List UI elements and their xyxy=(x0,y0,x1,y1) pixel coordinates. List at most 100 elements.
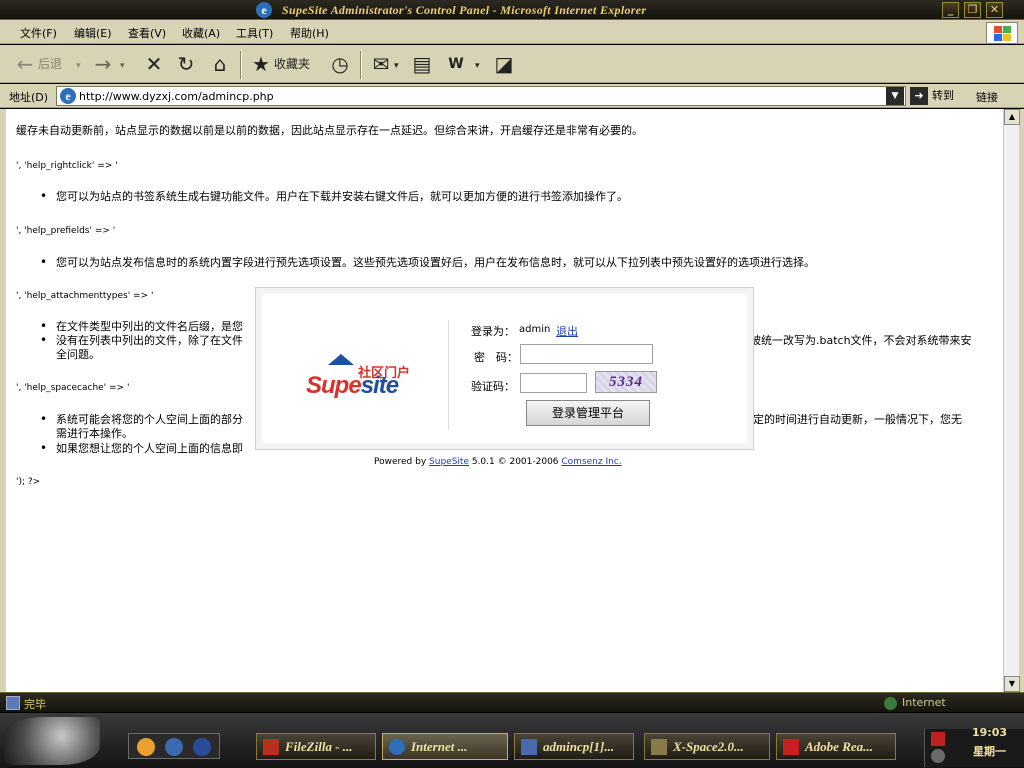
address-bar: 地址(D) e ▼ ➜转到 链接 xyxy=(0,84,1024,108)
help-key-rightclick: ', 'help_rightclick' => ' xyxy=(16,161,118,171)
forward-button[interactable]: → ▾ xyxy=(90,51,125,77)
standard-toolbar: ← 后退 ▾ → ▾ ✕ ↻ ⌂ ★ 收藏夹 ◷ ✉ ▾ ▤ W ▾ ◪ xyxy=(0,45,1024,83)
comsenz-link[interactable]: Comsenz Inc. xyxy=(561,457,621,467)
page-ie-icon: e xyxy=(60,88,76,104)
folder-icon xyxy=(651,739,667,755)
menu-help[interactable]: 帮助(H) xyxy=(290,25,329,41)
minimize-button[interactable]: _ xyxy=(942,2,959,18)
adobe-reader-icon xyxy=(783,739,799,755)
go-button[interactable]: ➜ 转到 xyxy=(910,87,954,105)
antivirus-tray-icon[interactable] xyxy=(931,732,945,746)
password-field[interactable] xyxy=(520,344,653,364)
security-zone: Internet xyxy=(884,696,946,710)
edit-button[interactable]: W ▾ xyxy=(443,51,480,77)
home-icon: ⌂ xyxy=(213,52,227,76)
back-arrow-icon: ← xyxy=(16,52,34,76)
discuss-button[interactable]: ◪ xyxy=(491,51,517,77)
task-xspace[interactable]: X-Space2.0... xyxy=(644,733,770,760)
page-done-icon xyxy=(6,696,20,710)
quick-launch-media-icon[interactable] xyxy=(193,738,211,756)
list-item: 您可以为站点的书签系统生成右键功能文件。用户在下载并安装右键文件后，就可以更加方… xyxy=(40,190,996,203)
close-button[interactable]: ✕ xyxy=(986,2,1003,18)
home-button[interactable]: ⌂ xyxy=(207,51,233,77)
address-input[interactable] xyxy=(79,89,879,103)
toolbar-separator xyxy=(360,51,362,79)
history-clock-icon: ◷ xyxy=(331,52,349,76)
list-item-continued: 需进行本操作。 xyxy=(56,427,133,440)
document-icon xyxy=(521,739,537,755)
scroll-down-icon[interactable]: ▼ xyxy=(1004,676,1020,692)
menu-file[interactable]: 文件(F) xyxy=(20,25,57,41)
powered-by: Powered by SupeSite 5.0.1 © 2001-2006 Co… xyxy=(374,457,622,467)
refresh-button[interactable]: ↻ xyxy=(173,51,199,77)
toolbar-separator xyxy=(240,51,242,79)
login-panel: 社区门户 Supesite 登录为： admin 退出 密 码： 验证码： 53… xyxy=(262,294,747,443)
back-dropdown-icon: ▾ xyxy=(76,61,81,71)
clock[interactable]: 19:03 星期一 xyxy=(972,726,1007,759)
history-button[interactable]: ◷ xyxy=(327,51,353,77)
print-button[interactable]: ▤ xyxy=(409,51,435,77)
note-icon: ◪ xyxy=(494,52,514,76)
favorites-button[interactable]: ★ 收藏夹 xyxy=(248,51,310,77)
task-filezilla[interactable]: FileZilla - ... xyxy=(256,733,376,760)
list-item-continued: 一定的时间进行自动更新，一般情况下，您无 xyxy=(742,413,962,426)
mail-icon: ✉ xyxy=(372,52,390,76)
task-adobe-reader[interactable]: Adobe Rea... xyxy=(776,733,896,760)
mail-dropdown-icon: ▾ xyxy=(394,61,399,71)
task-internet-explorer[interactable]: Internet ... xyxy=(382,733,508,760)
status-bar: 完毕 Internet xyxy=(0,692,1024,712)
php-end: '); ?> xyxy=(16,477,41,487)
logout-link[interactable]: 退出 xyxy=(556,323,578,339)
vertical-scrollbar[interactable]: ▲ ▼ xyxy=(1003,109,1020,692)
links-button[interactable]: 链接 xyxy=(976,89,998,105)
supesite-logo-icon xyxy=(328,354,354,365)
forward-arrow-icon: → xyxy=(94,52,112,76)
window-title-bar[interactable]: e SupeSite Administrator's Control Panel… xyxy=(0,0,1024,20)
address-dropdown-icon[interactable]: ▼ xyxy=(886,87,904,105)
address-field[interactable]: e xyxy=(56,86,906,106)
username-value: admin xyxy=(519,324,551,335)
filezilla-icon xyxy=(263,739,279,755)
stop-icon: ✕ xyxy=(145,52,163,76)
word-icon: W xyxy=(448,56,464,72)
address-label: 地址(D) xyxy=(9,91,49,104)
back-button[interactable]: ← 后退 ▾ xyxy=(12,51,81,77)
supesite-logo: Supesite xyxy=(306,372,399,399)
login-as-label: 登录为： xyxy=(471,325,515,338)
quick-launch xyxy=(128,733,220,759)
window-title: SupeSite Administrator's Control Panel -… xyxy=(282,3,647,17)
printer-icon: ▤ xyxy=(412,52,432,76)
taskbar: FileZilla - ... Internet ... admincp[1].… xyxy=(0,713,1024,768)
globe-icon xyxy=(884,696,897,710)
menu-bar: 文件(F) 编辑(E) 查看(V) 收藏(A) 工具(T) 帮助(H) xyxy=(0,20,1024,44)
edit-dropdown-icon: ▾ xyxy=(475,61,480,71)
scroll-up-icon[interactable]: ▲ xyxy=(1004,109,1020,125)
help-key-spacecache: ', 'help_spacecache' => ' xyxy=(16,383,130,393)
quick-launch-windows-icon[interactable] xyxy=(137,738,155,756)
cache-note: 缓存未自动更新前，站点显示的数据以前是以前的数据，因此站点显示存在一点延迟。但综… xyxy=(16,124,643,137)
star-icon: ★ xyxy=(252,52,270,76)
ie-icon: e xyxy=(256,2,272,18)
mail-button[interactable]: ✉ ▾ xyxy=(368,51,399,77)
stop-button[interactable]: ✕ xyxy=(141,51,167,77)
password-label: 密 码： xyxy=(474,351,518,364)
menu-favorites[interactable]: 收藏(A) xyxy=(182,25,220,41)
menu-view[interactable]: 查看(V) xyxy=(128,25,166,41)
menu-edit[interactable]: 编辑(E) xyxy=(74,25,112,41)
captcha-input[interactable] xyxy=(520,373,587,393)
windows-logo-icon xyxy=(986,22,1018,44)
task-admincp[interactable]: admincp[1]... xyxy=(514,733,634,760)
quick-launch-chat-icon[interactable] xyxy=(165,738,183,756)
login-submit-button[interactable]: 登录管理平台 xyxy=(526,400,650,426)
volume-tray-icon[interactable] xyxy=(931,749,945,763)
start-dragon-icon[interactable] xyxy=(4,717,100,765)
supesite-link[interactable]: SupeSite xyxy=(429,457,469,467)
menu-tools[interactable]: 工具(T) xyxy=(236,25,273,41)
restore-button[interactable]: ❐ xyxy=(964,2,981,18)
list-item: 您可以为站点发布信息时的系统内置字段进行预先选项设置。这些预先选项设置好后，用户… xyxy=(40,256,996,269)
forward-dropdown-icon: ▾ xyxy=(120,61,125,71)
status-text: 完毕 xyxy=(24,698,46,711)
list-item-continued: 全问题。 xyxy=(56,348,100,361)
captcha-image[interactable]: 5334 xyxy=(595,371,657,393)
ie-task-icon xyxy=(389,739,405,755)
